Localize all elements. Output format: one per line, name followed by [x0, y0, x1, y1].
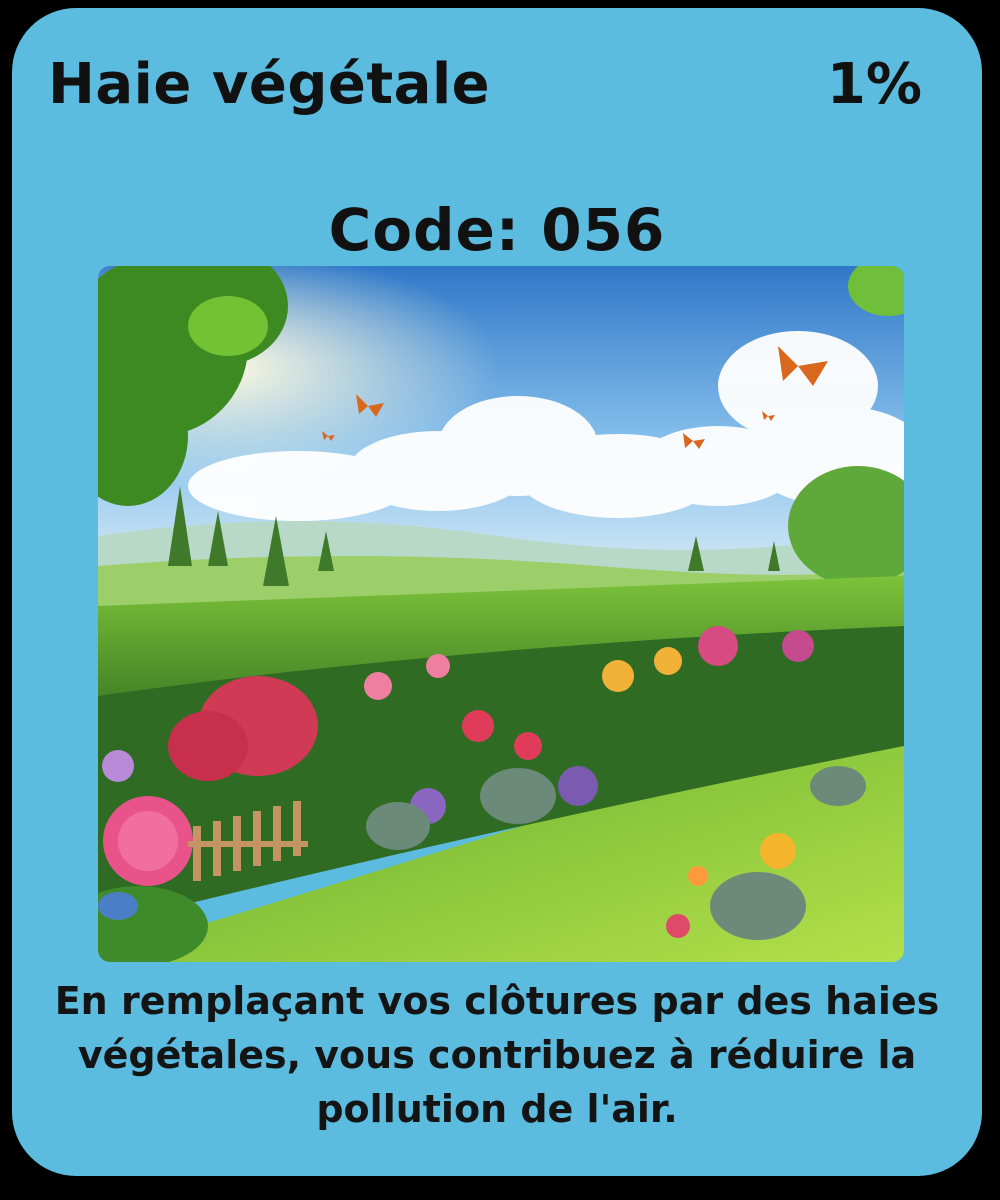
garden-hedge-illustration — [98, 266, 904, 962]
card-percent: 1% — [826, 52, 922, 117]
garden-hedge-illustration-svg — [98, 266, 904, 962]
game-card[interactable]: Haie végétale 1% Code: 056 En remplaçant… — [12, 8, 982, 1176]
card-description: En remplaçant vos clôtures par des haies… — [54, 979, 940, 1131]
card-title: Haie végétale — [48, 52, 491, 117]
card-code: Code: 056 — [328, 196, 666, 264]
